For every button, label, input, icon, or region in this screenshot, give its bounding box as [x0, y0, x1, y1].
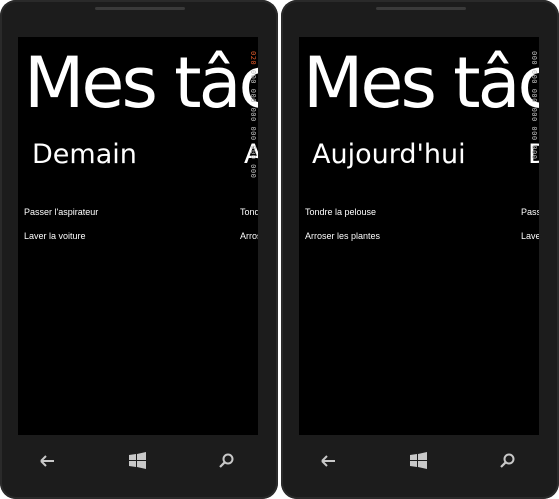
- start-button[interactable]: [123, 446, 153, 476]
- back-arrow-icon: [321, 455, 335, 467]
- frame-rate-counter: 000 000 000 000 000 000: [530, 51, 538, 160]
- frame-rate-counter-values: 000 000 000 000 000 000: [249, 69, 257, 179]
- search-button[interactable]: [211, 446, 241, 476]
- pivot-title: Mes tâches: [24, 42, 258, 124]
- back-button[interactable]: [313, 446, 343, 476]
- back-button[interactable]: [32, 446, 62, 476]
- search-icon: [500, 453, 515, 468]
- pivot-title: Mes tâches: [303, 42, 539, 124]
- back-arrow-icon: [40, 455, 54, 467]
- task-item[interactable]: Tondre la pelouse: [305, 206, 376, 218]
- screen-left: Mes tâches Demain A Passer l'aspirateur …: [18, 37, 258, 435]
- search-icon: [219, 453, 234, 468]
- navigation-bar: [299, 446, 539, 476]
- phone-left: Mes tâches Demain A Passer l'aspirateur …: [0, 0, 278, 499]
- windows-logo-icon: [410, 452, 427, 469]
- task-item[interactable]: Laver la voiture: [24, 230, 86, 242]
- pivot-header-current[interactable]: Demain: [32, 137, 137, 173]
- navigation-bar: [18, 446, 258, 476]
- speaker-grille: [95, 7, 185, 10]
- windows-logo-icon: [129, 452, 146, 469]
- task-item[interactable]: Arroser les plantes: [305, 230, 380, 242]
- pivot-header-current[interactable]: Aujourd'hui: [312, 137, 466, 173]
- phone-right: Mes tâches Aujourd'hui D Tondre la pelou…: [281, 0, 559, 499]
- frame-rate-counter-highlight: 020: [249, 51, 257, 66]
- speaker-grille: [376, 7, 466, 10]
- search-button[interactable]: [492, 446, 522, 476]
- frame-rate-counter: 020 000 000 000 000 000 000: [249, 51, 257, 251]
- task-item[interactable]: Passer l'aspirateur: [24, 206, 98, 218]
- start-button[interactable]: [404, 446, 434, 476]
- screen-right: Mes tâches Aujourd'hui D Tondre la pelou…: [299, 37, 539, 435]
